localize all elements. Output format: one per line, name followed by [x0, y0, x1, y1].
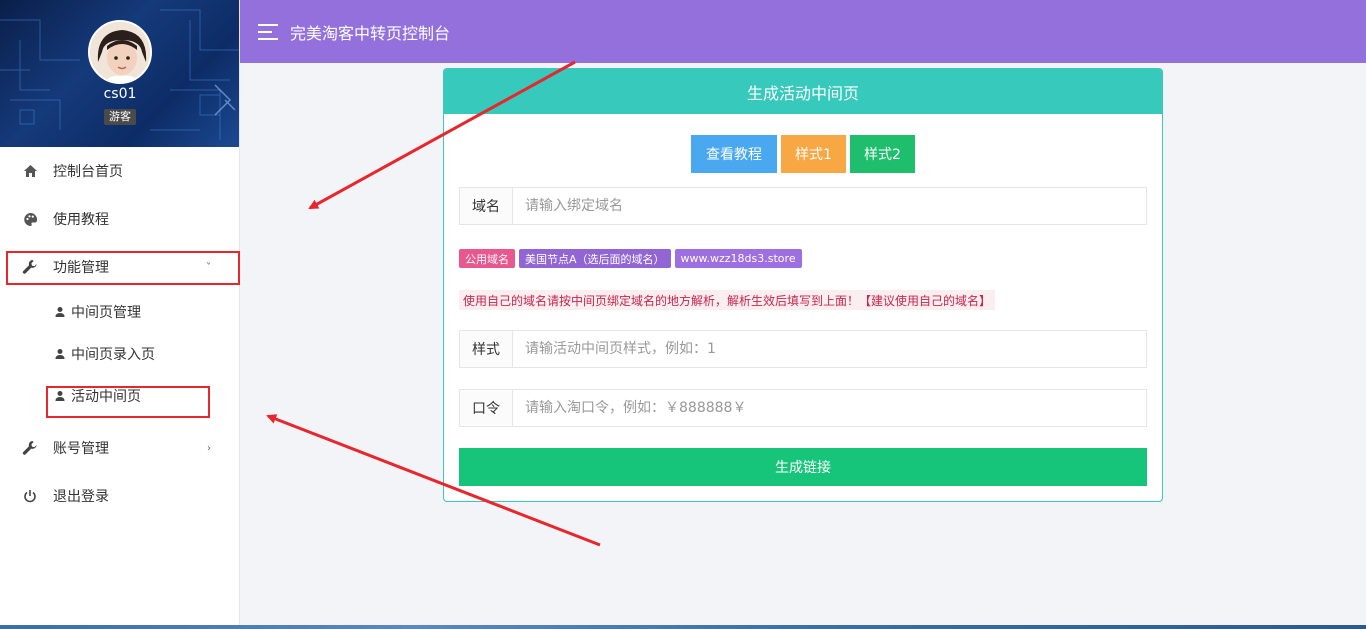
sidebar-item-label: 使用教程 — [53, 212, 109, 228]
top-bar: 完美淘客中转页控制台 — [240, 0, 1366, 63]
sidebar-item-feature-management[interactable]: 功能管理 ˅ — [0, 243, 239, 291]
style-input[interactable] — [513, 331, 1146, 367]
sidebar-item-logout[interactable]: 退出登录 — [0, 472, 239, 520]
menu-toggle-icon[interactable] — [258, 23, 278, 40]
generate-link-button[interactable]: 生成链接 — [459, 448, 1147, 486]
sidebar-item-dashboard[interactable]: 控制台首页 — [0, 147, 239, 195]
sidebar-nav: 控制台首页 使用教程 功能管理 ˅ — [0, 147, 239, 291]
palette-icon — [22, 211, 38, 227]
view-tutorial-button[interactable]: 查看教程 — [691, 135, 777, 173]
style1-button[interactable]: 样式1 — [781, 135, 846, 173]
submenu-item-label: 中间页录入页 — [71, 347, 155, 363]
sidebar-nav-lower: 账号管理 › 退出登录 — [0, 424, 239, 520]
username: cs01 — [103, 86, 137, 102]
style-label: 样式 — [460, 331, 513, 367]
app-title: 完美淘客中转页控制台 — [290, 23, 451, 43]
domain-input[interactable] — [513, 188, 1146, 224]
submenu-item-label: 中间页管理 — [71, 305, 141, 321]
chevron-down-icon: ˅ — [206, 261, 211, 273]
submenu-item-page-entry[interactable]: 中间页录入页 — [0, 333, 239, 375]
tag-domain-option[interactable]: www.wzz18ds3.store — [674, 249, 802, 268]
domain-tags: 公用域名 美国节点A（选后面的域名） www.wzz18ds3.store — [459, 249, 802, 268]
panel-title: 生成活动中间页 — [444, 69, 1162, 114]
submenu-item-label: 活动中间页 — [71, 389, 141, 405]
tag-public-domain[interactable]: 公用域名 — [459, 249, 515, 268]
submenu-feature-management: 中间页管理 中间页录入页 活动中间页 — [0, 291, 239, 417]
generate-panel: 生成活动中间页 查看教程 样式1 样式2 域名 公用域名 美国节点A（选后面的域… — [443, 68, 1163, 502]
button-row: 查看教程 样式1 样式2 — [444, 135, 1162, 173]
sidebar-item-label: 控制台首页 — [53, 164, 123, 180]
domain-hint: 使用自己的域名请按中间页绑定域名的地方解析，解析生效后填写到上面！【建议使用自己… — [459, 290, 996, 310]
submenu-item-page-management[interactable]: 中间页管理 — [0, 291, 239, 333]
domain-label: 域名 — [460, 188, 513, 224]
password-label: 口令 — [460, 390, 513, 426]
user-icon — [54, 390, 66, 402]
password-field: 口令 — [459, 389, 1147, 427]
submenu-item-activity-page[interactable]: 活动中间页 — [0, 375, 239, 417]
profile-banner: cs01 游客 — [0, 0, 239, 147]
password-input[interactable] — [513, 390, 1146, 426]
chevron-right-icon: › — [207, 442, 211, 454]
style-field: 样式 — [459, 330, 1147, 368]
power-icon — [22, 488, 38, 504]
user-icon — [54, 348, 66, 360]
user-icon — [54, 306, 66, 318]
avatar[interactable] — [88, 20, 152, 84]
sidebar-item-tutorial[interactable]: 使用教程 — [0, 195, 239, 243]
sidebar-item-label: 账号管理 — [53, 441, 109, 457]
domain-field: 域名 — [459, 187, 1147, 225]
sidebar-item-account-management[interactable]: 账号管理 › — [0, 424, 239, 472]
wrench-icon — [22, 440, 38, 456]
sidebar-item-label: 功能管理 — [53, 260, 109, 276]
style2-button[interactable]: 样式2 — [850, 135, 915, 173]
tag-us-node-a[interactable]: 美国节点A（选后面的域名） — [519, 249, 671, 268]
sidebar-item-label: 退出登录 — [53, 489, 109, 505]
sidebar: cs01 游客 控制台首页 使用教程 功能管理 ˅ 中间页管理 中间页录入页 活… — [0, 0, 240, 629]
wrench-icon — [22, 259, 38, 275]
home-icon — [22, 163, 38, 179]
taskbar-strip — [0, 625, 1366, 629]
role-badge: 游客 — [104, 109, 136, 125]
